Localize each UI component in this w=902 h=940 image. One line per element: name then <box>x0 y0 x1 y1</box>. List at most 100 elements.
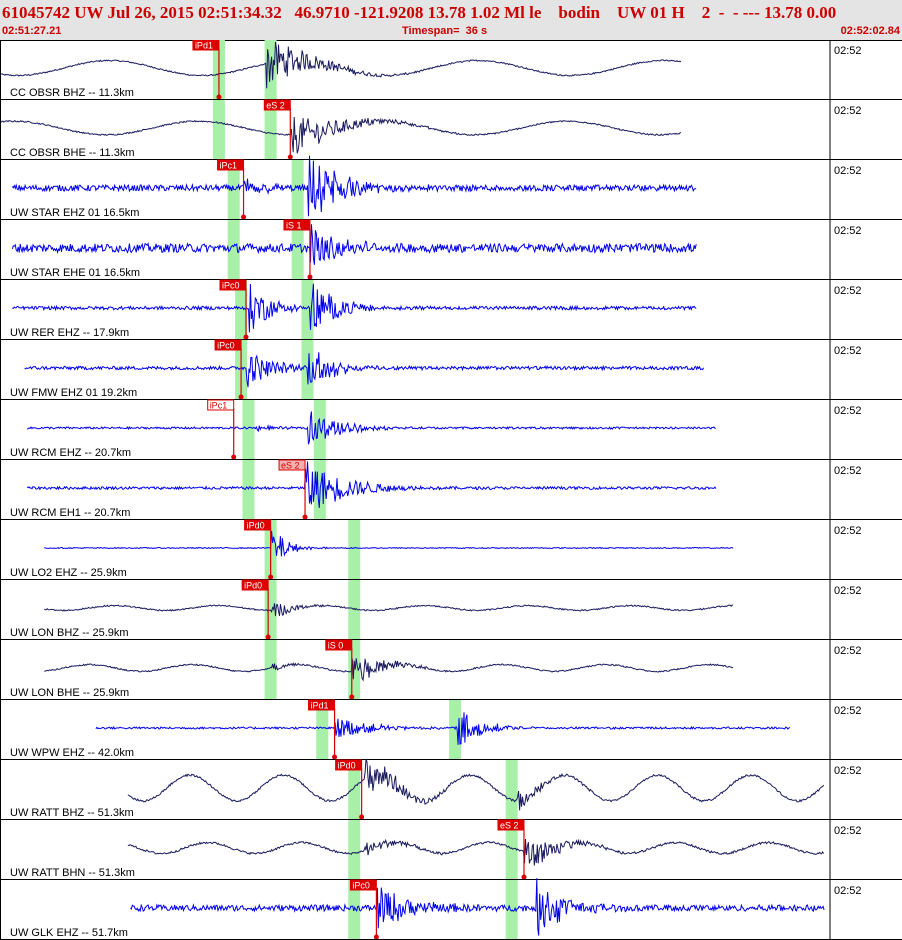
waveform-trace <box>26 461 717 508</box>
pick-window-highlight <box>242 400 255 460</box>
pick-label: iS 0 <box>328 641 344 651</box>
trace-row[interactable]: iPd0 UW LO2 EHZ -- 25.9km 02:52 <box>0 519 902 580</box>
trace-row[interactable]: iPd0 UW RATT BHZ -- 51.3km 02:52 <box>0 758 902 820</box>
pick-label: iPd0 <box>247 521 265 531</box>
time-label: 02:52 <box>834 645 862 657</box>
pick-window-highlight <box>348 520 361 580</box>
waveform-trace <box>44 603 734 617</box>
station-label: UW RER EHZ -- 17.9km <box>10 327 129 339</box>
timespan-label: Timespan= 36 s <box>402 25 488 37</box>
waveform-trace <box>11 224 697 265</box>
pick-end-dot <box>302 514 308 520</box>
waveform-trace <box>95 712 791 745</box>
pick-label: iPd1 <box>311 701 329 711</box>
pick-label: iPd1 <box>195 41 213 51</box>
pick-label: iPd0 <box>338 761 356 771</box>
trace-row[interactable]: eS 2 UW RCM EH1 -- 20.7km 02:52 <box>0 459 902 520</box>
pick-window-highlight <box>242 460 255 520</box>
pick-end-dot <box>521 874 527 880</box>
pick-label: eS 2 <box>266 101 285 111</box>
time-label: 02:52 <box>834 825 862 837</box>
waveform-trace <box>24 352 705 388</box>
trace-row[interactable]: iS 1 UW STAR EHE 01 16.5km 02:52 <box>0 219 902 280</box>
station-label: UW RATT BHN -- 51.3km <box>10 867 135 879</box>
pick-label: iPc1 <box>210 401 228 411</box>
pick-label: iPc0 <box>352 881 370 891</box>
time-label: 02:52 <box>834 585 862 597</box>
waveform-trace <box>44 530 734 557</box>
time-label: 02:52 <box>834 105 862 117</box>
pick-end-dot <box>359 814 365 820</box>
station-label: UW RCM EHZ -- 20.7km <box>10 447 131 459</box>
time-label: 02:52 <box>834 525 862 537</box>
waveform-trace <box>12 283 697 333</box>
station-label: UW LO2 EHZ -- 25.9km <box>10 567 127 579</box>
time-label: 02:52 <box>834 225 862 237</box>
pick-end-dot <box>332 754 338 760</box>
pick-end-dot <box>287 154 293 160</box>
time-label: 02:52 <box>834 705 862 717</box>
station-label: CC OBSR BHZ -- 11.3km <box>10 87 134 99</box>
time-label: 02:52 <box>834 45 862 57</box>
trace-row[interactable]: iS 0 UW LON BHE -- 25.9km 02:52 <box>0 639 902 700</box>
pick-end-dot <box>373 934 379 940</box>
trace-row[interactable]: iPc0 UW GLK EHZ -- 51.7km 02:52 <box>0 878 902 940</box>
trace-row[interactable]: iPc0 UW FMW EHZ 01 19.2km 02:52 <box>0 339 902 400</box>
station-label: UW GLK EHZ -- 51.7km <box>10 927 128 939</box>
time-label: 02:52 <box>834 285 862 297</box>
waveform-trace <box>27 411 716 445</box>
seismogram-panel[interactable]: iPd1 CC OBSR BHZ -- 11.3km 02:52 eS 2 CC OBS… <box>0 40 902 940</box>
station-label: UW WPW EHZ -- 42.0km <box>10 747 134 759</box>
time-label: 02:52 <box>834 765 862 777</box>
trace-row[interactable]: eS 2 CC OBSR BHE -- 11.3km 02:52 <box>0 99 902 160</box>
station-label: CC OBSR BHE -- 11.3km <box>10 147 135 159</box>
pick-end-dot <box>268 574 274 580</box>
pick-end-dot <box>243 334 249 340</box>
time-label: 02:52 <box>834 465 862 477</box>
pick-end-dot <box>231 454 237 460</box>
station-label: UW RCM EH1 -- 20.7km <box>10 507 130 519</box>
pick-label: eS 2 <box>281 461 300 471</box>
time-label: 02:52 <box>834 165 862 177</box>
pick-end-dot <box>265 634 271 640</box>
pick-label: iPd0 <box>244 581 262 591</box>
trace-row[interactable]: iPc0 UW RER EHZ -- 17.9km 02:52 <box>0 279 902 340</box>
start-time-label: 02:51:27.21 <box>2 25 62 37</box>
station-label: UW STAR EHZ 01 16.5km <box>10 207 139 219</box>
end-time-label: 02:52:02.84 <box>840 25 900 37</box>
pick-end-dot <box>349 694 355 700</box>
pick-window-highlight <box>505 760 518 820</box>
station-label: UW RATT BHZ -- 51.3km <box>10 807 134 819</box>
time-label: 02:52 <box>834 345 862 357</box>
pick-window-highlight <box>348 820 361 880</box>
trace-row[interactable]: iPd1 UW WPW EHZ -- 42.0km 02:52 <box>0 699 902 760</box>
waveform-trace <box>44 658 734 682</box>
time-label: 02:52 <box>834 405 862 417</box>
trace-row[interactable]: iPd1 CC OBSR BHZ -- 11.3km 02:52 <box>0 40 902 100</box>
trace-row[interactable]: iPc1 UW RCM EHZ -- 20.7km 02:52 <box>0 399 902 460</box>
trace-row[interactable]: eS 2 UW RATT BHN -- 51.3km 02:52 <box>0 819 902 880</box>
pick-end-dot <box>238 394 244 400</box>
time-label: 02:52 <box>834 885 862 897</box>
pick-label: eS 2 <box>500 821 519 831</box>
pick-end-dot <box>241 214 247 220</box>
event-title: 61045742 UW Jul 26, 2015 02:51:34.32 46.… <box>2 3 837 22</box>
waveform-trace <box>130 878 825 936</box>
pick-end-dot <box>307 274 313 280</box>
pick-window-highlight <box>264 640 277 700</box>
pick-end-dot <box>216 94 222 100</box>
waveform-trace <box>127 838 825 866</box>
station-label: UW FMW EHZ 01 19.2km <box>10 387 137 399</box>
pick-label: iS 1 <box>286 221 302 231</box>
event-header: 61045742 UW Jul 26, 2015 02:51:34.32 46.… <box>0 0 902 41</box>
pick-window-highlight <box>212 100 225 160</box>
trace-row[interactable]: iPc1 UW STAR EHZ 01 16.5km 02:52 <box>0 155 902 220</box>
station-label: UW STAR EHE 01 16.5km <box>10 267 140 279</box>
pick-label: iPc0 <box>217 341 235 351</box>
trace-row[interactable]: iPd0 UW LON BHZ -- 25.9km 02:52 <box>0 579 902 640</box>
pick-label: iPc0 <box>222 281 240 291</box>
station-label: UW LON BHE -- 25.9km <box>10 687 129 699</box>
waveform-trace <box>0 41 682 89</box>
pick-label: iPc1 <box>220 161 238 171</box>
waveform-trace <box>127 758 825 811</box>
